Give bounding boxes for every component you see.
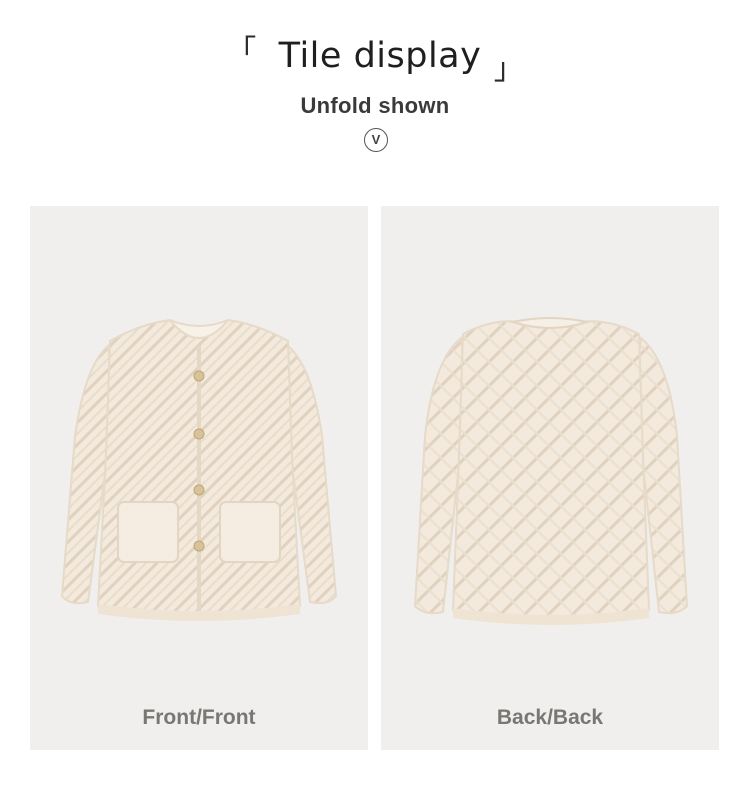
header: 「 Tile display 」 Unfold shown V	[0, 0, 750, 190]
close-corner-bracket: 」	[493, 52, 524, 87]
title-row: 「 Tile display 」	[0, 30, 750, 87]
open-corner-bracket: 「	[226, 34, 257, 69]
product-panel-back: Back/Back	[381, 206, 719, 750]
cardigan-front-image	[60, 318, 338, 621]
page-subtitle: Unfold shown	[300, 93, 450, 118]
panel-caption: Front/Front	[142, 706, 256, 729]
page-title: Tile display	[278, 36, 482, 76]
product-panel-front: Front/Front	[30, 206, 368, 750]
chevron-down-circle-icon: V	[364, 128, 388, 152]
panel-caption: Back/Back	[496, 706, 604, 729]
cardigan-back-image	[413, 317, 689, 625]
